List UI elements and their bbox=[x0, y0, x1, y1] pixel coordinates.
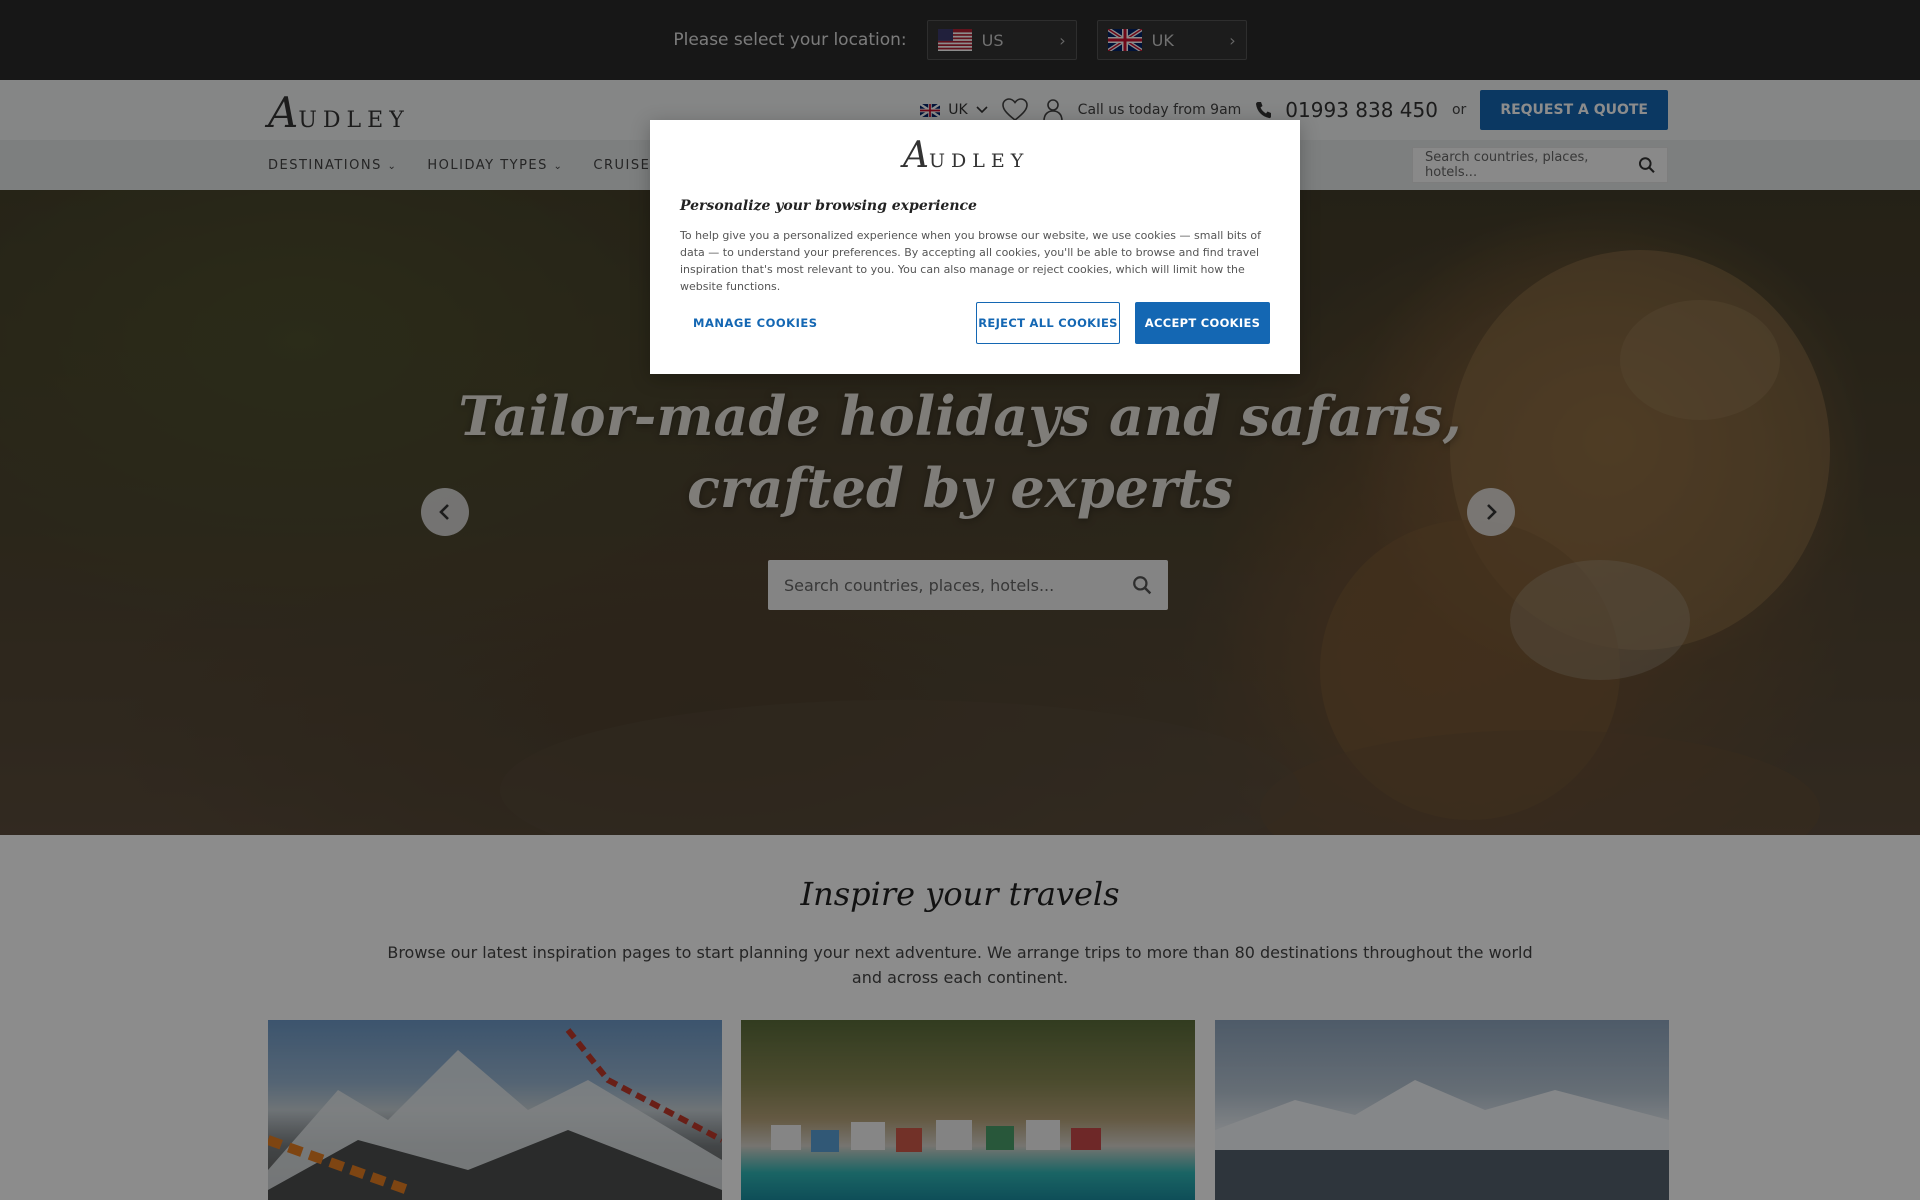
reject-all-cookies-button[interactable]: REJECT ALL COOKIES bbox=[976, 302, 1120, 344]
modal-audley-logo: AUDLEY bbox=[903, 135, 1029, 176]
cookie-modal-title: Personalize your browsing experience bbox=[680, 198, 977, 214]
accept-cookies-button[interactable]: ACCEPT COOKIES bbox=[1135, 302, 1270, 344]
manage-cookies-button[interactable]: MANAGE COOKIES bbox=[693, 316, 818, 330]
cookie-modal-body: To help give you a personalized experien… bbox=[680, 229, 1262, 293]
cookie-consent-modal: AUDLEY Personalize your browsing experie… bbox=[650, 120, 1300, 374]
logo-text: UDLEY bbox=[929, 150, 1030, 172]
logo-initial: A bbox=[903, 135, 929, 176]
